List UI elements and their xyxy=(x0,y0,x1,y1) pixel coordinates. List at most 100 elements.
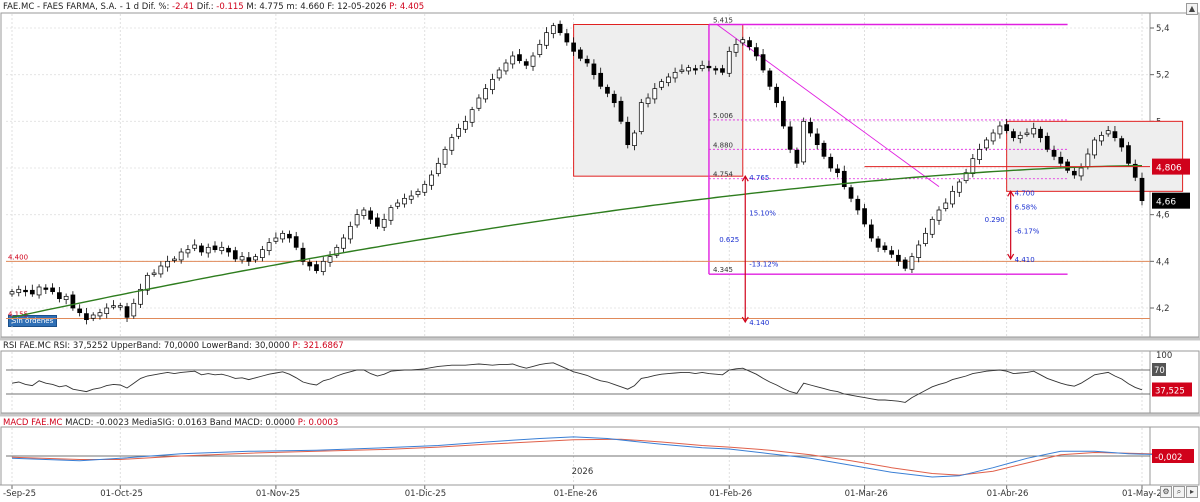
rsi-band-tag-label: 70 xyxy=(1154,366,1165,376)
candle-body xyxy=(713,68,719,71)
candle-body xyxy=(1071,170,1077,176)
right-measure-diff: 0.290 xyxy=(985,216,1005,224)
candle-body xyxy=(882,245,888,251)
candle-body xyxy=(158,265,164,275)
candle-body xyxy=(70,294,76,309)
candle-body xyxy=(124,306,130,318)
candle-body xyxy=(868,224,874,239)
candle-body xyxy=(1112,131,1118,139)
candle-body xyxy=(395,202,401,207)
candle-body xyxy=(544,32,549,46)
candle-body xyxy=(90,314,96,319)
candle-body xyxy=(320,260,326,272)
rsi-line xyxy=(11,362,1143,403)
rsi-tick-100: 100 xyxy=(1156,351,1172,361)
candle-body xyxy=(625,121,631,146)
settings-button[interactable]: ⚙ xyxy=(1160,486,1172,498)
candle-body xyxy=(1004,124,1010,132)
candle-body xyxy=(794,149,800,164)
candle-body xyxy=(591,63,597,76)
candle-body xyxy=(835,168,840,174)
candle-body xyxy=(753,47,759,57)
candle-body xyxy=(517,54,522,62)
candle-body xyxy=(862,208,867,225)
candle-body xyxy=(936,209,942,221)
candle-body xyxy=(151,272,157,275)
candle-body xyxy=(192,244,198,249)
candle-body xyxy=(733,43,739,53)
candle-body xyxy=(720,68,725,73)
y-tick-label: 4,6 xyxy=(1156,211,1170,221)
candle-body xyxy=(266,242,272,251)
candle-body xyxy=(686,67,691,72)
y-tick-label: 4,4 xyxy=(1156,257,1170,267)
macd-value-tag-label: -0,002 xyxy=(1155,453,1182,463)
candle-body xyxy=(361,209,367,216)
candle-body xyxy=(104,307,110,314)
price-tag-label: 4,806 xyxy=(1156,164,1182,174)
candle-body xyxy=(503,62,509,72)
candle-body xyxy=(111,305,116,308)
candle-body xyxy=(564,33,570,43)
scroll-end-button[interactable]: ▸ xyxy=(1186,486,1198,498)
candle-body xyxy=(9,291,15,295)
candle-body xyxy=(1099,134,1104,142)
candle-body xyxy=(977,148,982,160)
candle-body xyxy=(550,25,556,34)
x-tick-label: 01-Feb-26 xyxy=(709,489,752,499)
candle-body xyxy=(165,260,170,268)
candle-body xyxy=(1051,149,1057,157)
x-tick-label: 01-Abr-26 xyxy=(987,489,1029,499)
candle-body xyxy=(314,264,319,272)
candle-body xyxy=(1126,145,1131,164)
candle-body xyxy=(706,65,712,69)
candle-body xyxy=(205,246,211,254)
candle-body xyxy=(1139,177,1145,202)
left-measure-up-pct: 15.10% xyxy=(749,210,776,218)
candle-body xyxy=(760,54,766,71)
candle-body xyxy=(787,126,793,150)
zoom-button[interactable]: ⌕ xyxy=(1173,486,1185,498)
right-measure-down-pct: -6.17% xyxy=(1015,227,1040,235)
candle-body xyxy=(408,195,414,200)
candle-body xyxy=(889,250,894,255)
candle-body xyxy=(781,100,786,127)
candle-body xyxy=(875,238,881,248)
candle-body xyxy=(1017,134,1023,139)
candle-body xyxy=(253,256,258,261)
support-level-label: 4.400 xyxy=(8,253,28,261)
candle-body xyxy=(219,246,225,251)
year-label: 2026 xyxy=(572,467,594,477)
candle-body xyxy=(16,288,22,293)
candle-body xyxy=(693,68,698,71)
price-tag-label: 4,66 xyxy=(1156,198,1176,208)
candle-body xyxy=(341,237,346,249)
candle-body xyxy=(598,72,604,87)
candle-body xyxy=(902,259,908,269)
candle-body xyxy=(29,289,35,295)
candle-body xyxy=(307,261,313,267)
collapse-button[interactable]: ▲ xyxy=(1186,3,1198,15)
candle-body xyxy=(1011,131,1016,139)
left-measure-to-label: 4.765 xyxy=(749,174,769,182)
candle-body xyxy=(1024,132,1030,135)
fib-level-label: 4.754 xyxy=(713,171,734,179)
candle-body xyxy=(537,43,543,55)
candle-body xyxy=(422,183,428,193)
candle-body xyxy=(557,23,563,34)
x-tick-label: 01-Nov-25 xyxy=(256,489,300,499)
candle-body xyxy=(950,190,955,205)
candle-body xyxy=(43,287,49,290)
candle-body xyxy=(679,69,685,72)
candle-body xyxy=(77,308,83,314)
candle-body xyxy=(956,181,962,193)
candle-body xyxy=(855,198,861,211)
fib-diagonal xyxy=(716,24,940,188)
candle-body xyxy=(774,86,779,104)
candle-body xyxy=(429,174,434,186)
candle-body xyxy=(1044,135,1050,150)
candle-body xyxy=(990,132,996,142)
candle-body xyxy=(144,274,150,291)
candle-body xyxy=(1085,153,1091,167)
candle-body xyxy=(84,313,89,321)
